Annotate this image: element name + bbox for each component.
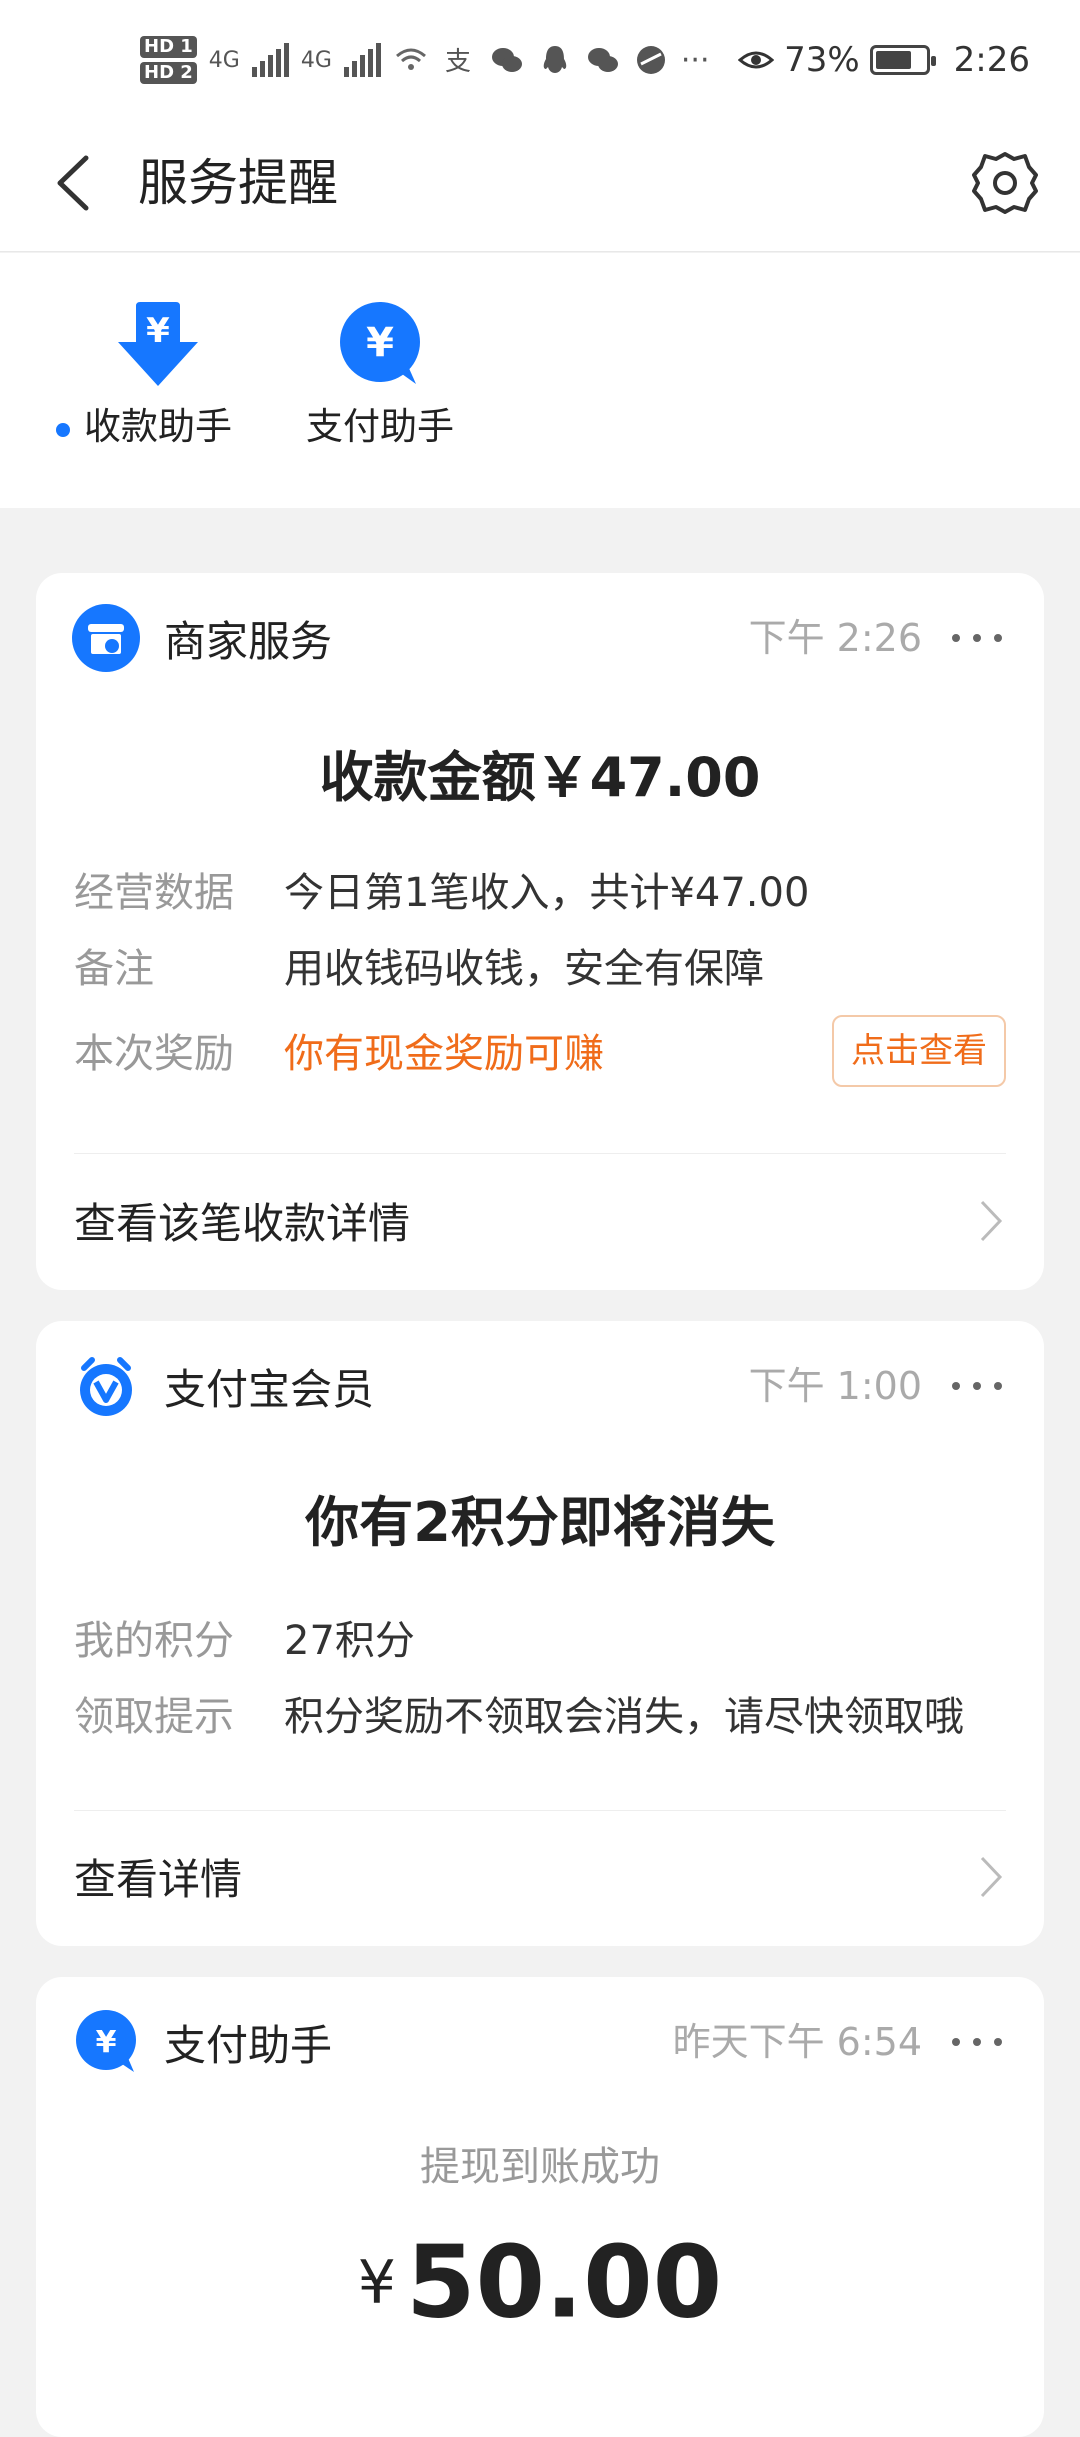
view-collection-details-link[interactable]: 查看该笔收款详情 — [74, 1170, 1006, 1270]
info-key: 备注 — [74, 946, 154, 992]
sim-indicator: HD 1 HD 2 — [140, 36, 197, 84]
yuan-chat-icon: ¥ — [340, 302, 420, 384]
gear-icon[interactable] — [970, 148, 1040, 218]
view-reward-button[interactable]: 点击查看 — [832, 1015, 1006, 1087]
app-header: 服务提醒 — [0, 120, 1080, 252]
sim2-label: HD 2 — [140, 62, 197, 84]
card-timestamp: 昨天下午 6:54 — [672, 2020, 922, 2064]
info-row: 本次奖励 你有现金奖励可赚 — [74, 1024, 604, 1084]
battery-percent: 73% — [784, 40, 860, 80]
status-icons-left: HD 1 HD 2 4G 4G 支 ··· — [140, 30, 710, 90]
browser-notification-icon — [636, 46, 665, 74]
battery-icon — [869, 45, 936, 75]
points-headline: 你有2积分即将消失 — [305, 1491, 775, 1554]
network-type-1: 4G — [208, 47, 240, 73]
tab-label: 收款助手 — [84, 405, 232, 448]
link-label: 查看详情 — [74, 1854, 243, 1904]
tab-label: 支付助手 — [306, 405, 454, 448]
network-type-2: 4G — [300, 47, 332, 73]
divider — [74, 1810, 1006, 1811]
card-source-name: 支付助手 — [164, 2020, 333, 2070]
wechat-notification-icon — [491, 48, 522, 72]
info-row: 我的积分 27积分 — [74, 1611, 415, 1671]
notification-card-merchant: 商家服务 下午 2:26 收款金额￥47.00 经营数据 今日第1笔收入，共计¥… — [36, 573, 1044, 1290]
back-arrow-icon[interactable] — [50, 148, 100, 218]
qq-notification-icon — [543, 46, 567, 73]
status-bar: HD 1 HD 2 4G 4G 支 ··· 73% 2:26 — [0, 0, 1080, 120]
info-value: 用收钱码收钱，安全有保障 — [284, 946, 764, 992]
svg-text:¥: ¥ — [366, 320, 394, 366]
reward-text: 你有现金奖励可赚 — [284, 1031, 604, 1077]
more-notifications-icon: ··· — [680, 42, 710, 78]
info-value: 27积分 — [284, 1618, 415, 1664]
more-options-icon[interactable] — [952, 2007, 1002, 2077]
card-timestamp: 下午 1:00 — [748, 1364, 922, 1408]
card-timestamp: 下午 2:26 — [748, 616, 922, 660]
assistant-tabs: ¥ 收款助手 ¥ 支付助手 — [0, 253, 1080, 508]
wifi-icon — [395, 48, 426, 70]
divider — [74, 1153, 1006, 1154]
svg-text:支: 支 — [445, 47, 471, 77]
wechat-notification-icon — [587, 48, 618, 72]
currency-symbol: ¥ — [357, 2247, 396, 2318]
chevron-right-icon — [980, 1200, 1003, 1242]
notification-card-member: 支付宝会员 下午 1:00 你有2积分即将消失 我的积分 27积分 领取提示 积… — [36, 1321, 1044, 1946]
more-options-icon[interactable] — [952, 603, 1002, 673]
amount-headline: 收款金额￥47.00 — [319, 746, 761, 809]
info-key: 经营数据 — [74, 870, 234, 916]
info-row: 备注 用收钱码收钱，安全有保障 — [74, 939, 764, 999]
svg-text:¥: ¥ — [146, 311, 170, 351]
card-header: 支付宝会员 — [72, 1351, 374, 1421]
page-title: 服务提醒 — [138, 154, 338, 212]
alipay-member-icon — [80, 1357, 132, 1416]
amount-value: 50.00 — [405, 2223, 723, 2341]
signal-icon — [251, 43, 289, 77]
link-label: 查看该笔收款详情 — [74, 1198, 411, 1248]
view-details-link[interactable]: 查看详情 — [74, 1826, 1006, 1926]
status-icons-right: 73% 2:26 — [738, 30, 1030, 90]
more-options-icon[interactable] — [952, 1351, 1002, 1421]
active-tab-dot — [56, 423, 70, 437]
download-yuan-icon: ¥ — [118, 302, 198, 386]
info-row: 领取提示 积分奖励不领取会消失，请尽快领取哦 — [74, 1687, 964, 1747]
card-header: 商家服务 — [72, 603, 332, 673]
info-key: 我的积分 — [74, 1618, 234, 1664]
card-source-name: 商家服务 — [164, 616, 333, 666]
alipay-notification-icon: 支 — [445, 47, 471, 77]
info-key: 领取提示 — [74, 1694, 234, 1740]
info-key: 本次奖励 — [74, 1031, 234, 1077]
eye-icon — [738, 51, 775, 69]
tab-payment-assistant[interactable]: ¥ 支付助手 — [280, 298, 480, 452]
card-header: ¥ 支付助手 — [72, 2007, 332, 2077]
info-value: 今日第1笔收入，共计¥47.00 — [284, 870, 810, 916]
store-icon — [72, 604, 140, 672]
info-value: 积分奖励不领取会消失，请尽快领取哦 — [284, 1694, 964, 1740]
clock: 2:26 — [953, 40, 1030, 80]
battery-fill — [875, 51, 911, 69]
info-row: 经营数据 今日第1笔收入，共计¥47.00 — [74, 863, 809, 923]
withdrawal-status: 提现到账成功 — [420, 2144, 660, 2190]
svg-text:¥: ¥ — [96, 2025, 117, 2060]
card-source-name: 支付宝会员 — [164, 1364, 375, 1414]
withdrawal-amount: ¥50.00 — [36, 2222, 1044, 2343]
sim1-label: HD 1 — [140, 36, 197, 58]
chevron-right-icon — [980, 1856, 1003, 1898]
signal-icon — [343, 43, 381, 77]
notification-card-payment: ¥ 支付助手 昨天下午 6:54 提现到账成功 ¥50.00 — [36, 1977, 1044, 2437]
yuan-chat-icon: ¥ — [76, 2010, 136, 2072]
tab-collection-assistant[interactable]: ¥ 收款助手 — [56, 298, 258, 452]
